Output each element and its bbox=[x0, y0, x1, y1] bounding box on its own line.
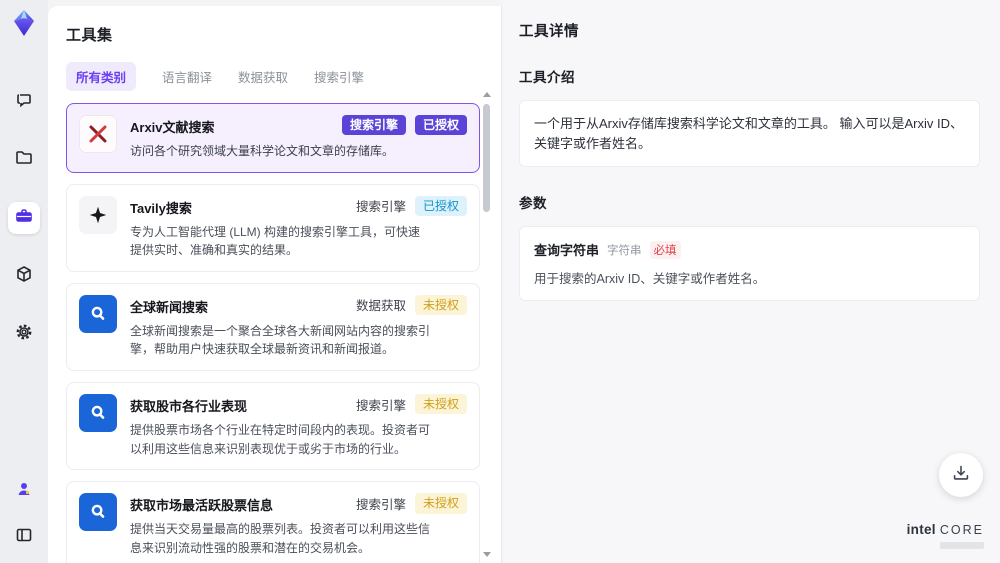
list-scrollbar[interactable] bbox=[483, 90, 491, 559]
tool-card-sector-performance[interactable]: 获取股市各行业表现 搜索引擎 未授权 提供股票市场各个行业在特定时间段内的表现。… bbox=[66, 381, 480, 471]
tool-list: Arxiv文献搜索 搜索引擎 已授权 访问各个研究领域大量科学论文和文章的存储库… bbox=[66, 103, 480, 563]
param-name: 查询字符串 bbox=[534, 243, 600, 258]
tab-all-categories[interactable]: 所有类别 bbox=[66, 62, 137, 91]
cube-icon bbox=[14, 264, 34, 289]
tool-name: 全球新闻搜索 bbox=[130, 299, 209, 315]
intro-heading: 工具介绍 bbox=[519, 70, 575, 85]
tool-name: 获取股市各行业表现 bbox=[130, 398, 248, 414]
collapse-panel-icon bbox=[14, 525, 34, 550]
tool-card-arxiv[interactable]: Arxiv文献搜索 搜索引擎 已授权 访问各个研究领域大量科学论文和文章的存储库… bbox=[66, 103, 480, 173]
tool-description: 全球新闻搜索是一个聚合全球各大新闻网站内容的搜索引擎，帮助用户快速获取全球最新资… bbox=[130, 323, 431, 357]
tool-card-global-news[interactable]: 全球新闻搜索 数据获取 未授权 全球新闻搜索是一个聚合全球各大新闻网站内容的搜索… bbox=[66, 282, 480, 371]
auth-status-badge: 已授权 bbox=[414, 195, 467, 216]
category-label: 搜索引擎 bbox=[355, 200, 406, 215]
download-button[interactable] bbox=[939, 453, 983, 497]
app-logo-gem-icon[interactable] bbox=[9, 8, 39, 38]
arxiv-x-icon bbox=[79, 115, 117, 153]
download-icon bbox=[950, 462, 972, 489]
tool-name: 获取市场最活跃股票信息 bbox=[130, 498, 274, 514]
sidebar-item-models[interactable] bbox=[8, 260, 40, 292]
param-description: 用于搜索的Arxiv ID、关键字或作者姓名。 bbox=[534, 272, 766, 286]
tool-description: 提供股票市场各个行业在特定时间段内的表现。投资者可以利用这些信息来识别表现优于或… bbox=[130, 422, 431, 456]
category-badge: 搜索引擎 bbox=[341, 115, 406, 136]
category-tabs: 所有类别 语言翻译 数据获取 搜索引擎 bbox=[66, 62, 501, 91]
tab-search-engine[interactable]: 搜索引擎 bbox=[314, 62, 364, 91]
param-required-badge: 必填 bbox=[649, 240, 681, 259]
collapse-sidebar-button[interactable] bbox=[8, 521, 40, 553]
category-label: 数据获取 bbox=[355, 299, 406, 314]
toolbox-icon bbox=[14, 206, 34, 231]
page-title: 工具集 bbox=[66, 27, 113, 44]
details-title: 工具详情 bbox=[519, 24, 579, 40]
auth-status-badge: 已授权 bbox=[414, 115, 467, 136]
news-search-icon bbox=[79, 294, 117, 333]
tool-name: Arxiv文献搜索 bbox=[130, 120, 215, 135]
tool-card-body: 获取股市各行业表现 搜索引擎 未授权 提供股票市场各个行业在特定时间段内的表现。… bbox=[130, 393, 467, 458]
tool-card-tavily[interactable]: Tavily搜索 搜索引擎 已授权 专为人工智能代理 (LLM) 构建的搜索引擎… bbox=[66, 183, 480, 272]
tool-card-body: Tavily搜索 搜索引擎 已授权 专为人工智能代理 (LLM) 构建的搜索引擎… bbox=[130, 195, 467, 260]
sidebar-item-chat[interactable] bbox=[8, 86, 40, 118]
auth-status-badge: 未授权 bbox=[414, 294, 467, 316]
intel-sub-badge bbox=[940, 542, 984, 549]
tool-card-body: 获取市场最活跃股票信息 搜索引擎 未授权 提供当天交易量最高的股票列表。投资者可… bbox=[130, 493, 467, 557]
tool-details-panel: 工具详情 工具介绍 一个用于从Arxiv存储库搜索科学论文和文章的工具。 输入可… bbox=[503, 0, 1000, 563]
sidebar-item-tools[interactable] bbox=[8, 202, 40, 234]
news-search-icon bbox=[79, 493, 117, 532]
tool-description: 专为人工智能代理 (LLM) 构建的搜索引擎工具，可快速提供实时、准确和真实的结… bbox=[130, 224, 421, 258]
sidebar bbox=[0, 0, 48, 563]
intel-core-logo: intel CORE bbox=[907, 522, 984, 537]
user-profile-button[interactable] bbox=[8, 475, 40, 507]
scroll-up-arrow-icon[interactable] bbox=[483, 92, 491, 97]
intro-text-box: 一个用于从Arxiv存储库搜索科学论文和文章的工具。 输入可以是Arxiv ID… bbox=[519, 100, 980, 167]
category-label: 搜索引擎 bbox=[355, 398, 406, 413]
parameter-card: 查询字符串 字符串 必填 用于搜索的Arxiv ID、关键字或作者姓名。 bbox=[519, 226, 980, 301]
news-search-icon bbox=[79, 393, 117, 432]
tool-card-body: 全球新闻搜索 数据获取 未授权 全球新闻搜索是一个聚合全球各大新闻网站内容的搜索… bbox=[130, 294, 467, 359]
user-avatar-icon bbox=[14, 479, 34, 504]
auth-status-badge: 未授权 bbox=[414, 493, 467, 514]
params-heading: 参数 bbox=[519, 196, 547, 211]
auth-status-badge: 未授权 bbox=[414, 393, 467, 415]
core-wordmark: CORE bbox=[939, 523, 984, 537]
folder-icon bbox=[14, 148, 34, 173]
tool-card-active-stocks[interactable]: 获取市场最活跃股票信息 搜索引擎 未授权 提供当天交易量最高的股票列表。投资者可… bbox=[66, 481, 480, 563]
tool-description: 提供当天交易量最高的股票列表。投资者可以利用这些信息来识别流动性强的股票和潜在的… bbox=[130, 522, 431, 555]
tool-card-body: Arxiv文献搜索 搜索引擎 已授权 访问各个研究领域大量科学论文和文章的存储库… bbox=[130, 115, 467, 161]
intel-wordmark: intel bbox=[906, 522, 936, 537]
param-type-label: 字符串 bbox=[607, 244, 642, 257]
sidebar-item-settings[interactable] bbox=[8, 318, 40, 350]
chat-icon bbox=[14, 90, 34, 115]
scroll-down-arrow-icon[interactable] bbox=[483, 552, 491, 557]
category-label: 搜索引擎 bbox=[355, 497, 406, 512]
gear-icon bbox=[14, 322, 34, 347]
tool-description: 访问各个研究领域大量科学论文和文章的存储库。 bbox=[130, 144, 395, 158]
tool-list-panel: 工具集 所有类别 语言翻译 数据获取 搜索引擎 Arxiv文献搜索 搜索引擎 已… bbox=[48, 6, 502, 563]
sidebar-nav bbox=[8, 86, 40, 350]
four-point-star-icon bbox=[79, 195, 117, 234]
tab-language-translation[interactable]: 语言翻译 bbox=[162, 62, 212, 91]
scrollbar-thumb[interactable] bbox=[483, 104, 490, 212]
sidebar-item-files[interactable] bbox=[8, 144, 40, 176]
sidebar-bottom bbox=[8, 475, 40, 553]
tab-data-fetch[interactable]: 数据获取 bbox=[238, 62, 288, 91]
tool-name: Tavily搜索 bbox=[130, 200, 192, 216]
